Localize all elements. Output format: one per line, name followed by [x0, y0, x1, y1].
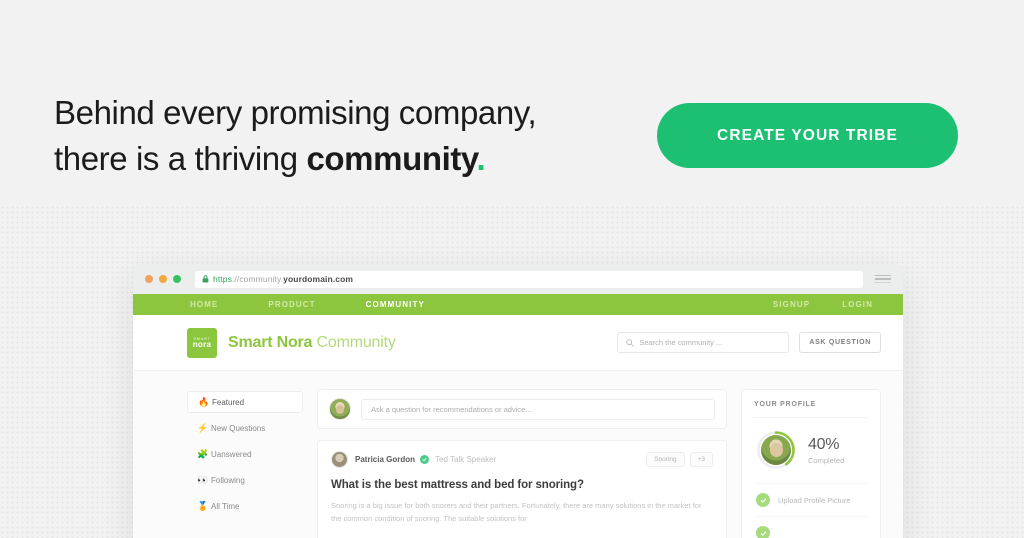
sidebar-item-featured[interactable]: 🔥 Featured — [187, 391, 303, 413]
headline-accent-dot: . — [476, 140, 486, 177]
browser-toolbar: https://community. yourdomain.com — [133, 264, 903, 294]
completion-percent: 40% — [808, 435, 840, 453]
close-window-dot[interactable] — [145, 275, 153, 283]
minimize-window-dot[interactable] — [159, 275, 167, 283]
url-domain: yourdomain.com — [283, 274, 354, 284]
profile-panel-title: YOUR PROFILE — [754, 401, 868, 418]
question-card-header: Patricia Gordon Ted Talk Speaker Snoring… — [331, 451, 713, 468]
headline-line-2: there is a thriving community. — [54, 136, 536, 182]
ask-question-input[interactable]: Ask a question for recommendations or ad… — [361, 398, 715, 420]
sidebar-item-label: Following — [211, 475, 245, 485]
tag-overflow-chip[interactable]: +3 — [689, 452, 713, 467]
avatar — [329, 398, 351, 420]
community-main: 🔥 Featured ⚡ New Questions 🧩 Uanswered 👀… — [133, 371, 903, 538]
sidebar-item-unanswered[interactable]: 🧩 Uanswered — [187, 443, 303, 465]
completion-stats: 40% Completed — [808, 436, 844, 465]
brand-name-primary: Smart Nora — [228, 333, 313, 351]
question-card[interactable]: Patricia Gordon Ted Talk Speaker Snoring… — [317, 440, 727, 538]
sidebar-item-following[interactable]: 👀 Following — [187, 469, 303, 491]
nav-item-home[interactable]: HOME — [190, 300, 218, 309]
avatar — [331, 451, 348, 468]
sidebar-item-new-questions[interactable]: ⚡ New Questions — [187, 417, 303, 439]
progress-ring — [756, 430, 796, 470]
search-icon — [626, 338, 634, 347]
fire-icon: 🔥 — [198, 396, 210, 407]
completion-label: Completed — [808, 455, 845, 465]
search-box[interactable] — [617, 332, 790, 353]
check-icon — [756, 526, 770, 538]
brand-logo[interactable]: SMART nora Smart Nora Community — [187, 327, 396, 358]
nav-account-links: SIGNUP LOGIN — [773, 300, 873, 309]
lightning-icon: ⚡ — [197, 422, 209, 433]
check-icon — [756, 493, 770, 507]
question-excerpt: Snoring is a big issue for both snorers … — [331, 501, 702, 523]
lock-icon — [202, 275, 209, 283]
puzzle-icon: 🧩 — [197, 448, 209, 459]
profile-completion: 40% Completed — [754, 418, 868, 483]
sidebar-item-label: All Time — [211, 501, 240, 511]
search-input[interactable] — [639, 338, 781, 347]
nav-item-community[interactable]: COMMUNITY — [366, 300, 425, 309]
logo-mark-bottom: nora — [192, 339, 212, 349]
question-title[interactable]: What is the best mattress and bed for sn… — [331, 479, 713, 491]
hero-section: Behind every promising company, there is… — [0, 0, 1024, 230]
sidebar-item-label: New Questions — [211, 423, 266, 433]
url-scheme: https — [213, 274, 232, 284]
community-header: SMART nora Smart Nora Community ASK QUES… — [133, 315, 903, 371]
question-tags: Snoring +3 — [646, 452, 713, 467]
nav-item-login[interactable]: LOGIN — [842, 300, 873, 309]
checklist-item-label: Upload Profile Picture — [778, 495, 851, 505]
nav-primary-links: HOME PRODUCT COMMUNITY — [190, 300, 425, 309]
sidebar-item-label: Featured — [212, 397, 245, 407]
header-actions: ASK QUESTION — [617, 332, 881, 353]
window-controls — [145, 275, 181, 283]
question-author-role: Ted Talk Speaker — [435, 455, 497, 464]
verified-badge-icon — [420, 455, 430, 464]
brand-name-secondary: Community — [316, 333, 396, 351]
headline-line-2-text: there is a thriving — [54, 140, 307, 177]
profile-panel: YOUR PROFILE 40% Completed Upload Profil… — [741, 389, 881, 538]
headline-emphasis: community — [306, 140, 477, 177]
question-feed: Ask a question for recommendations or ad… — [317, 389, 727, 538]
headline-line-1: Behind every promising company, — [54, 94, 537, 131]
ask-question-bar[interactable]: Ask a question for recommendations or ad… — [317, 389, 727, 429]
ask-question-button[interactable]: ASK QUESTION — [799, 332, 881, 353]
avatar — [761, 435, 791, 465]
url-path: ://community. — [231, 274, 284, 284]
page-title: Behind every promising company, there is… — [54, 90, 537, 182]
logo-mark-icon: SMART nora — [187, 327, 217, 358]
site-navigation: HOME PRODUCT COMMUNITY SIGNUP LOGIN — [133, 294, 903, 315]
sidebar-item-all-time[interactable]: 🏅 All Time — [187, 495, 303, 517]
medal-icon: 🏅 — [197, 500, 209, 511]
hamburger-menu-icon[interactable] — [875, 274, 891, 284]
nav-item-signup[interactable]: SIGNUP — [773, 300, 810, 309]
community-sidebar: 🔥 Featured ⚡ New Questions 🧩 Uanswered 👀… — [187, 389, 303, 538]
checklist-item-upload-picture[interactable]: Upload Profile Picture — [754, 483, 868, 516]
sidebar-item-label: Uanswered — [211, 449, 252, 459]
tag-chip[interactable]: Snoring — [646, 452, 685, 467]
nav-item-product[interactable]: PRODUCT — [268, 300, 315, 309]
browser-mockup: https://community. yourdomain.com HOME PR… — [133, 264, 903, 538]
maximize-window-dot[interactable] — [173, 275, 181, 283]
brand-name: Smart Nora Community — [228, 334, 396, 352]
logo-mark-top: SMART — [193, 335, 211, 341]
create-your-tribe-button[interactable]: CREATE YOUR TRIBE — [657, 103, 958, 168]
question-author[interactable]: Patricia Gordon — [355, 455, 415, 464]
checklist-item-next[interactable] — [754, 516, 868, 538]
url-bar[interactable]: https://community. yourdomain.com — [195, 270, 863, 288]
eyes-icon: 👀 — [197, 474, 209, 485]
